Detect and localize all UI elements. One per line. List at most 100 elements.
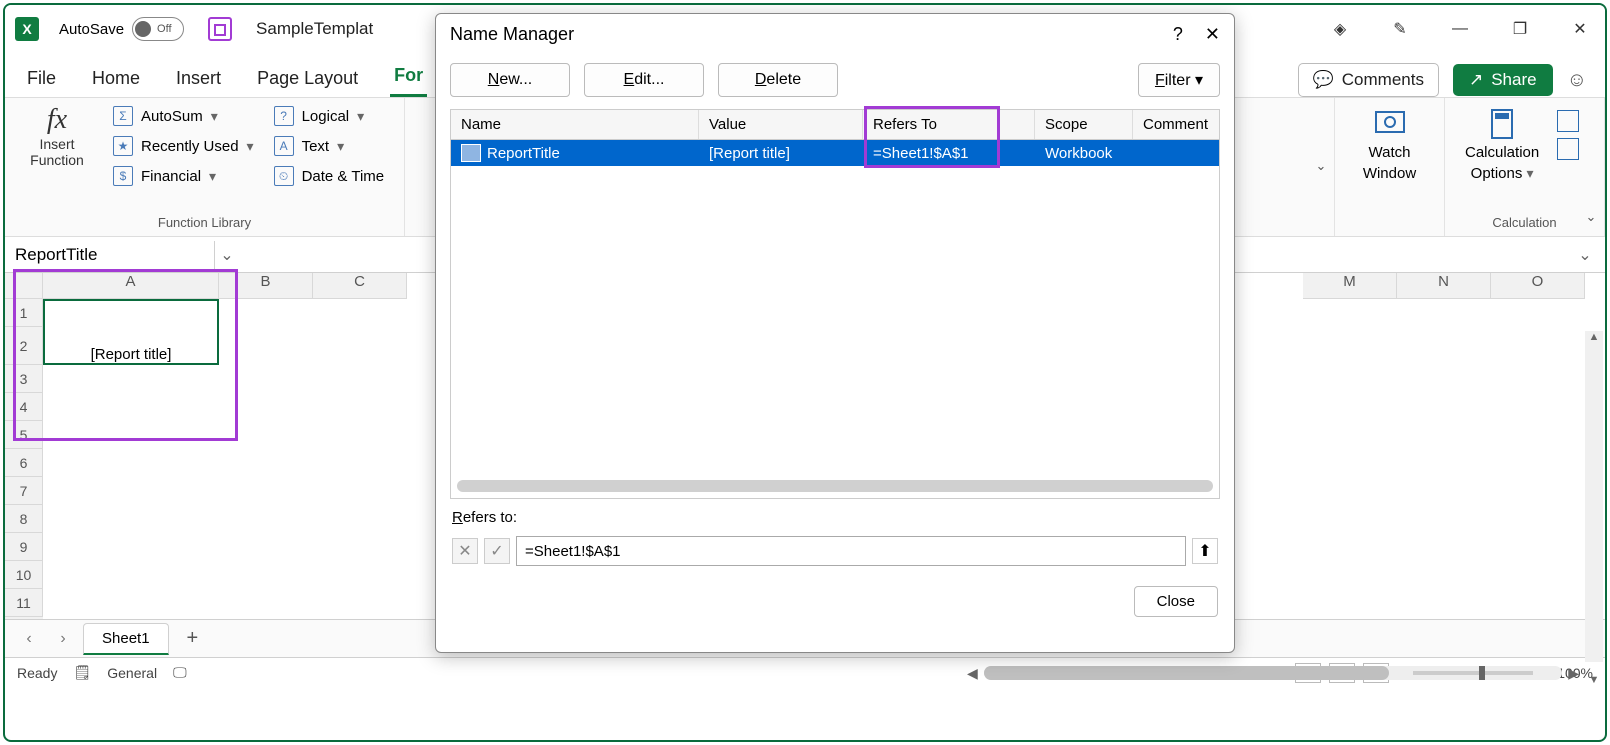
zoom-slider[interactable]: [1413, 671, 1533, 675]
money-icon: $: [113, 166, 133, 186]
select-all-cell[interactable]: [5, 273, 43, 299]
dialog-titlebar[interactable]: Name Manager ? ✕: [436, 14, 1234, 55]
hdr-refers[interactable]: Refers To: [863, 110, 1035, 139]
hscroll-right-icon[interactable]: ▶: [1568, 665, 1579, 682]
names-table-row[interactable]: ReportTitle [Report title] =Sheet1!$A$1 …: [451, 140, 1219, 166]
names-table-hscroll[interactable]: [457, 480, 1213, 492]
new-button[interactable]: NNew...ew...: [450, 63, 570, 97]
refers-cancel-icon[interactable]: ✕: [452, 538, 478, 564]
dialog-title: Name Manager: [450, 24, 574, 45]
save-icon[interactable]: [208, 17, 232, 41]
dialog-close-icon[interactable]: ✕: [1205, 24, 1220, 45]
row-8[interactable]: 8: [5, 505, 43, 533]
financial-button[interactable]: $Financial ▾: [107, 164, 260, 188]
feedback-icon[interactable]: ☺: [1567, 69, 1587, 92]
ribbon-expand-chevron[interactable]: ⌄: [1578, 204, 1604, 230]
recently-used-button[interactable]: ★Recently Used ▾: [107, 134, 260, 158]
formula-bar-expand-icon[interactable]: ⌄: [1565, 245, 1605, 265]
row-3[interactable]: 3: [5, 365, 43, 393]
watch-window-l1: Watch: [1369, 144, 1411, 161]
tab-file[interactable]: File: [23, 62, 60, 97]
hscroll-left-icon[interactable]: ◀: [967, 665, 978, 682]
range-picker-icon[interactable]: ⬆: [1192, 538, 1218, 564]
sheet-tab-sheet1[interactable]: Sheet1: [83, 623, 169, 655]
comments-label: Comments: [1342, 70, 1424, 90]
calculation-options-button[interactable]: Calculation Options ▾: [1455, 104, 1549, 186]
accessibility-icon[interactable]: 🗒: [73, 664, 91, 681]
name-box[interactable]: ReportTitle: [5, 241, 215, 269]
window-close[interactable]: ✕: [1565, 14, 1595, 44]
scroll-down-icon[interactable]: ▼: [1585, 674, 1603, 686]
comment-icon: 💬: [1313, 70, 1334, 90]
sigma-icon: Σ: [113, 106, 133, 126]
text-button[interactable]: AText ▾: [268, 134, 391, 158]
ribbon-collapse-toggle[interactable]: ⌄: [1308, 153, 1334, 179]
col-C[interactable]: C: [313, 273, 407, 299]
row-10[interactable]: 10: [5, 561, 43, 589]
hdr-name[interactable]: Name: [451, 110, 699, 139]
dialog-help-icon[interactable]: ?: [1173, 24, 1183, 45]
sheet-nav-next[interactable]: ›: [49, 630, 77, 648]
row-9[interactable]: 9: [5, 533, 43, 561]
name-box-dropdown-icon[interactable]: ⌄: [215, 245, 239, 265]
vertical-scrollbar[interactable]: ▲ ▼: [1585, 331, 1603, 662]
datetime-button[interactable]: ⏲Date & Time: [268, 164, 391, 188]
add-sheet-button[interactable]: +: [175, 627, 211, 650]
question-icon: ?: [274, 106, 294, 126]
copilot-icon[interactable]: ◈: [1325, 14, 1355, 44]
calculation-group-label: Calculation: [1455, 211, 1594, 234]
col-B[interactable]: B: [219, 273, 313, 299]
display-settings-icon[interactable]: 🖵: [173, 664, 187, 681]
names-table: Name Value Refers To Scope Comment Repor…: [450, 109, 1220, 499]
col-M[interactable]: M: [1303, 273, 1397, 299]
row-1[interactable]: 1: [5, 299, 43, 327]
names-table-header: Name Value Refers To Scope Comment: [451, 110, 1219, 140]
refers-to-input[interactable]: [516, 536, 1186, 566]
hdr-comment[interactable]: Comment: [1133, 110, 1219, 139]
inking-icon[interactable]: ✎: [1385, 14, 1415, 44]
tab-page-layout[interactable]: Page Layout: [253, 62, 362, 97]
close-button[interactable]: Close: [1134, 586, 1218, 617]
row-11[interactable]: 11: [5, 589, 43, 617]
autosum-button[interactable]: ΣAutoSum ▾: [107, 104, 260, 128]
autosave-switch[interactable]: Off: [132, 17, 184, 41]
dialog-toolbar: NNew...ew... Edit...Edit... DeleteDelete…: [436, 55, 1234, 105]
refers-accept-icon[interactable]: ✓: [484, 538, 510, 564]
hscroll-thumb[interactable]: [984, 666, 1389, 680]
window-minimize[interactable]: —: [1445, 14, 1475, 44]
share-button[interactable]: ↗ Share: [1453, 64, 1553, 96]
window-maximize[interactable]: ❐: [1505, 14, 1535, 44]
comments-button[interactable]: 💬 Comments: [1298, 63, 1439, 97]
refers-to-row: ✕ ✓ ⬆: [436, 532, 1234, 576]
calc-sheet-icon[interactable]: [1557, 138, 1579, 160]
calc-now-icon[interactable]: [1557, 110, 1579, 132]
autosave-toggle[interactable]: AutoSave Off: [59, 17, 184, 41]
status-ready: Ready: [17, 665, 57, 681]
filter-button[interactable]: Filter ▾Filter: [1138, 63, 1220, 97]
row-4[interactable]: 4: [5, 393, 43, 421]
hdr-value[interactable]: Value: [699, 110, 863, 139]
sheet-nav-prev[interactable]: ‹: [15, 630, 43, 648]
row-2[interactable]: 2: [5, 327, 43, 365]
row-refers: =Sheet1!$A$1: [863, 142, 1035, 165]
tab-home[interactable]: Home: [88, 62, 144, 97]
share-label: Share: [1491, 70, 1536, 90]
col-A[interactable]: A: [43, 273, 219, 299]
row-5[interactable]: 5: [5, 421, 43, 449]
tab-formulas[interactable]: For: [390, 59, 427, 97]
row-6[interactable]: 6: [5, 449, 43, 477]
tab-insert[interactable]: Insert: [172, 62, 225, 97]
hdr-scope[interactable]: Scope: [1035, 110, 1133, 139]
watch-window-button[interactable]: Watch Window: [1345, 104, 1434, 186]
edit-button[interactable]: Edit...Edit...: [584, 63, 704, 97]
calculator-icon: [1486, 108, 1518, 140]
logical-button[interactable]: ?Logical ▾: [268, 104, 391, 128]
financial-label: Financial: [141, 168, 201, 185]
column-headers: A B C: [43, 273, 407, 299]
col-N[interactable]: N: [1397, 273, 1491, 299]
cell-A1[interactable]: [Report title]: [43, 299, 219, 365]
scroll-up-icon[interactable]: ▲: [1585, 331, 1603, 343]
col-O[interactable]: O: [1491, 273, 1585, 299]
delete-button[interactable]: DeleteDelete: [718, 63, 838, 97]
row-7[interactable]: 7: [5, 477, 43, 505]
